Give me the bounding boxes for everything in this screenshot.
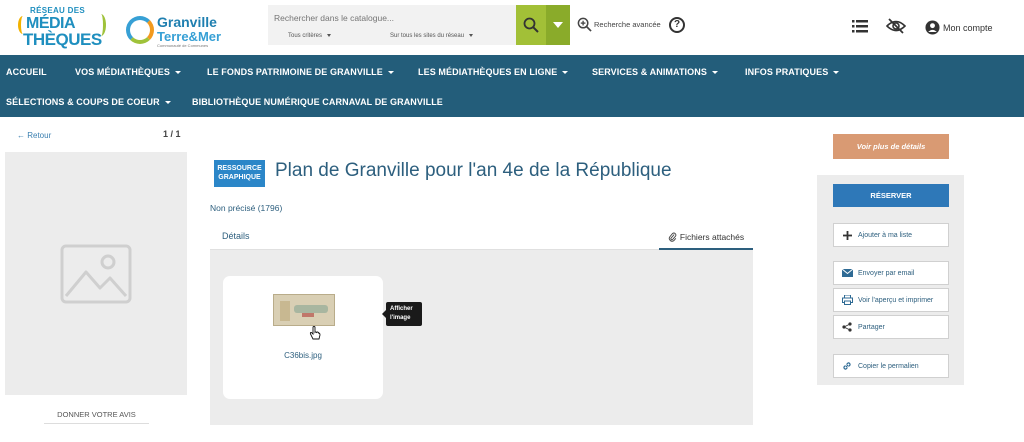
site-header: RÉSEAU DES MÉDIA THÈQUES Granville Terre… xyxy=(0,0,1024,55)
attached-files-panel: C36bis.jpg xyxy=(210,250,753,425)
image-placeholder-icon xyxy=(60,244,132,303)
main-nav: ACCUEIL VOS MÉDIATHÈQUES LE FONDS PATRIM… xyxy=(0,55,1024,117)
logo-swoosh-green xyxy=(96,14,106,36)
logo-circle-icon xyxy=(126,16,154,44)
tooltip-line2: l'image xyxy=(390,315,411,321)
search-icon xyxy=(523,17,539,33)
user-circle-icon xyxy=(925,20,940,35)
nav-label: VOS MÉDIATHÈQUES xyxy=(75,67,170,77)
search-button[interactable] xyxy=(516,5,546,45)
chevron-down-icon xyxy=(469,33,474,37)
envelope-icon xyxy=(841,269,853,277)
nav-item-bibliotheque-carnaval[interactable]: BIBLIOTHÈQUE NUMÉRIQUE CARNAVAL DE GRANV… xyxy=(192,97,443,107)
scope-label: Sur tous les sites du réseau xyxy=(390,33,465,39)
hand-cursor-icon xyxy=(309,326,321,340)
search-options-button[interactable] xyxy=(546,5,570,45)
account-label: Mon compte xyxy=(943,22,993,33)
scope-dropdown[interactable]: Sur tous les sites du réseau xyxy=(390,33,474,39)
give-review-button[interactable]: DONNER VOTRE AVIS xyxy=(44,406,149,424)
reseau-mediatheques-logo[interactable]: RÉSEAU DES MÉDIA THÈQUES xyxy=(18,4,110,52)
nav-label: LES MÉDIATHÈQUES EN LIGNE xyxy=(418,67,558,77)
nav-label: LE FONDS PATRIMOINE DE GRANVILLE xyxy=(207,67,383,77)
advanced-search-label: Recherche avancée xyxy=(594,20,661,29)
nav-label: SÉLECTIONS & COUPS DE COEUR xyxy=(6,97,160,107)
print-button[interactable]: Voir l'aperçu et imprimer xyxy=(833,288,949,312)
caret-down-icon xyxy=(711,71,718,75)
share-label: Partager xyxy=(858,323,885,331)
tab-details[interactable]: Détails xyxy=(222,231,250,241)
nav-label: ACCUEIL xyxy=(6,67,47,77)
tab-attached-files[interactable]: Fichiers attachés xyxy=(659,226,753,250)
add-to-list-label: Ajouter à ma liste xyxy=(858,231,913,239)
file-name[interactable]: C36bis.jpg xyxy=(223,351,383,360)
resource-type-badge: RESSOURCE GRAPHIQUE xyxy=(214,160,265,187)
logo-text-top: RÉSEAU DES xyxy=(30,6,86,15)
share-icon xyxy=(842,322,852,332)
nav-item-infos-pratiques[interactable]: INFOS PRATIQUES xyxy=(745,67,840,77)
accessibility-eye-slash-icon[interactable] xyxy=(886,18,906,34)
nav-label: INFOS PRATIQUES xyxy=(745,67,829,77)
nav-item-accueil[interactable]: ACCUEIL xyxy=(6,67,47,77)
criteria-label: Tous critères xyxy=(288,33,323,39)
add-to-list-button[interactable]: Ajouter à ma liste xyxy=(833,223,949,247)
logo-communaute-text: Communauté de Communes xyxy=(157,43,209,48)
reserve-button[interactable]: RÉSERVER xyxy=(833,184,949,207)
map-detail xyxy=(302,313,314,317)
permalink-button[interactable]: Copier le permalien xyxy=(833,354,949,378)
criteria-dropdown[interactable]: Tous critères xyxy=(288,33,332,39)
nav-item-mediatheques-en-ligne[interactable]: LES MÉDIATHÈQUES EN LIGNE xyxy=(418,67,569,77)
tab-files-label: Fichiers attachés xyxy=(679,232,745,242)
plus-icon xyxy=(842,230,852,240)
caret-down-icon xyxy=(553,22,563,28)
file-card[interactable]: C36bis.jpg xyxy=(223,276,383,399)
record-tabs: Détails Fichiers attachés xyxy=(210,226,753,250)
zoom-plus-icon xyxy=(577,17,592,32)
account-link[interactable]: Mon compte xyxy=(925,20,993,35)
nav-label: SERVICES & ANIMATIONS xyxy=(592,67,707,77)
caret-down-icon xyxy=(833,71,840,75)
tooltip-line1: Afficher xyxy=(390,306,413,312)
nav-label: BIBLIOTHÈQUE NUMÉRIQUE CARNAVAL DE GRANV… xyxy=(192,97,443,107)
record-thumbnail xyxy=(5,152,187,395)
actions-panel: RÉSERVER Ajouter à ma liste Envoyer par … xyxy=(817,175,964,385)
help-icon[interactable]: ? xyxy=(669,17,685,33)
logo-terre-mer-text: Terre&Mer xyxy=(157,29,222,44)
file-image-thumbnail[interactable] xyxy=(273,294,335,326)
map-detail xyxy=(294,305,328,313)
link-icon xyxy=(843,362,851,370)
chevron-down-icon xyxy=(327,33,332,37)
permalink-label: Copier le permalien xyxy=(858,362,919,370)
show-image-tooltip: Afficher l'image xyxy=(382,302,422,326)
email-button[interactable]: Envoyer par email xyxy=(833,261,949,285)
email-label: Envoyer par email xyxy=(858,269,915,277)
result-pager: 1 / 1 xyxy=(163,129,181,139)
badge-line1: RESSOURCE xyxy=(217,165,262,172)
search-box: Tous critères Sur tous les sites du rése… xyxy=(268,5,516,45)
list-view-icon[interactable] xyxy=(852,20,868,33)
badge-line2: GRAPHIQUE xyxy=(218,174,261,181)
caret-down-icon xyxy=(174,71,181,75)
printer-icon xyxy=(841,295,853,305)
caret-down-icon xyxy=(387,71,394,75)
paperclip-icon xyxy=(668,232,677,242)
share-button[interactable]: Partager xyxy=(833,315,949,339)
caret-down-icon xyxy=(164,101,171,105)
caret-down-icon xyxy=(562,71,569,75)
nav-item-services-animations[interactable]: SERVICES & ANIMATIONS xyxy=(592,67,718,77)
more-details-button[interactable]: Voir plus de détails xyxy=(833,134,949,159)
nav-item-selections[interactable]: SÉLECTIONS & COUPS DE COEUR xyxy=(6,97,171,107)
search-input[interactable] xyxy=(268,5,516,30)
logo-text-bot: THÈQUES xyxy=(23,30,102,49)
record-date: Non précisé (1796) xyxy=(210,203,283,213)
advanced-search-link[interactable]: Recherche avancée xyxy=(577,17,661,32)
nav-item-vos-mediatheques[interactable]: VOS MÉDIATHÈQUES xyxy=(75,67,181,77)
back-link[interactable]: ← Retour xyxy=(17,131,51,140)
record-title: Plan de Granville pour l'an 4e de la Rép… xyxy=(275,160,672,181)
granville-terre-mer-logo[interactable]: Granville Terre&Mer Communauté de Commun… xyxy=(126,14,226,50)
nav-item-fonds-patrimoine[interactable]: LE FONDS PATRIMOINE DE GRANVILLE xyxy=(207,67,394,77)
logo-granville-text: Granville xyxy=(157,14,217,30)
print-label: Voir l'aperçu et imprimer xyxy=(858,296,934,304)
map-detail xyxy=(280,301,290,321)
